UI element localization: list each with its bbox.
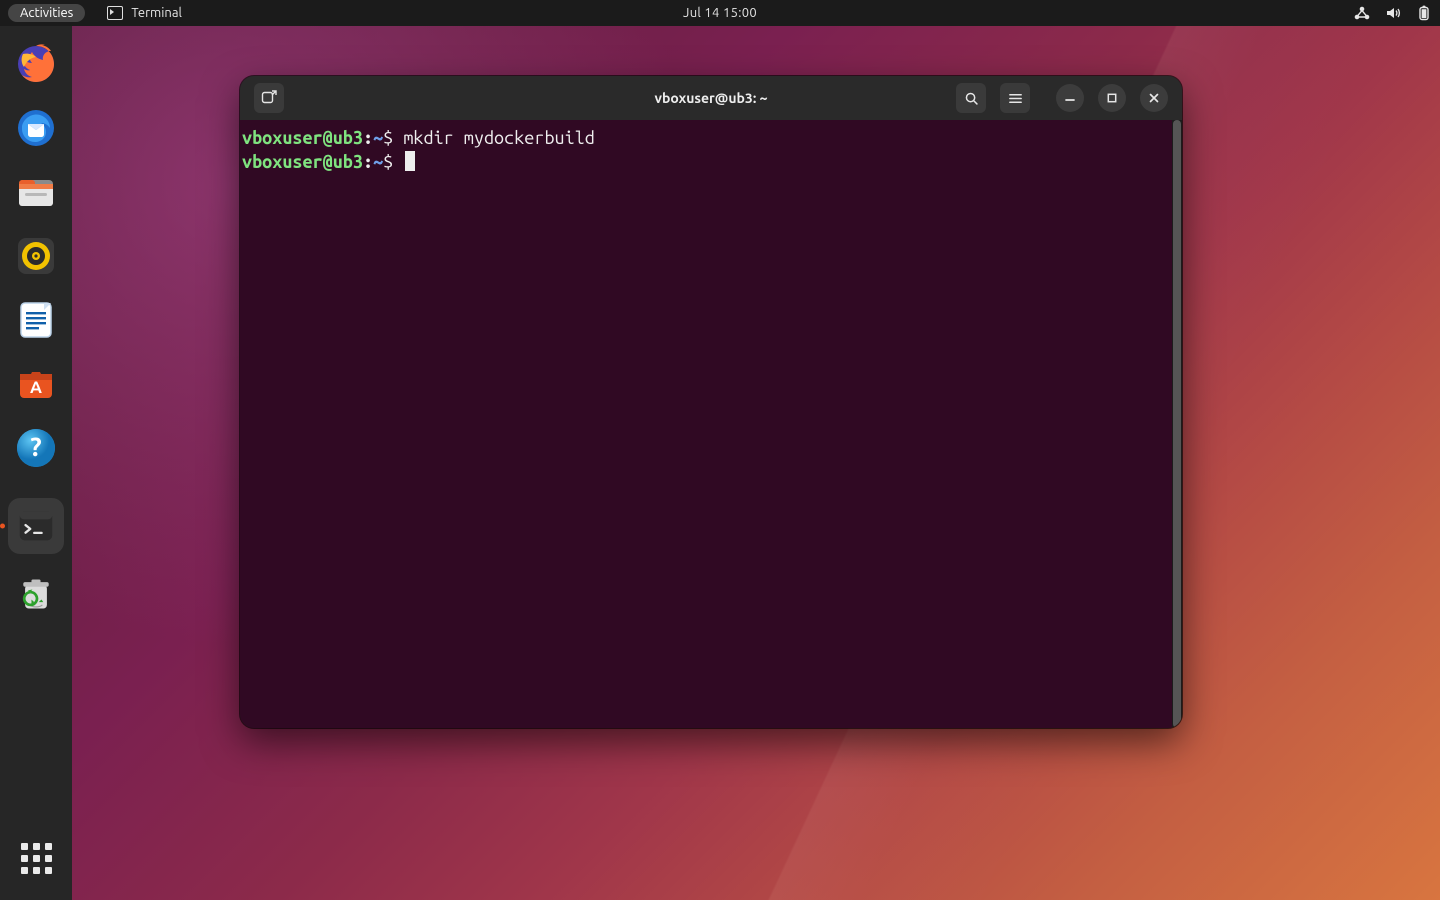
terminal-command-0: mkdir mydockerbuild xyxy=(403,128,595,148)
svg-text:A: A xyxy=(30,378,42,397)
network-icon[interactable] xyxy=(1354,6,1370,20)
dock: A ? xyxy=(0,26,72,900)
prompt-path: ~ xyxy=(373,152,383,172)
close-button[interactable] xyxy=(1140,84,1168,112)
clock[interactable]: Jul 14 15:00 xyxy=(683,6,757,20)
app-menu[interactable]: Terminal xyxy=(107,6,182,20)
prompt-sep: : xyxy=(363,128,373,148)
prompt-user-host: vboxuser@ub3 xyxy=(242,128,363,148)
terminal-scrollbar[interactable] xyxy=(1172,120,1182,728)
dock-item-trash[interactable] xyxy=(12,570,60,618)
scrollbar-thumb[interactable] xyxy=(1173,120,1181,728)
minimize-button[interactable] xyxy=(1056,84,1084,112)
hamburger-menu-button[interactable] xyxy=(1000,83,1030,113)
dock-item-files[interactable] xyxy=(12,168,60,216)
activities-button[interactable]: Activities xyxy=(8,4,85,22)
terminal-viewport[interactable]: vboxuser@ub3:~$ mkdir mydockerbuild vbox… xyxy=(240,120,1172,728)
maximize-button[interactable] xyxy=(1098,84,1126,112)
show-applications-button[interactable] xyxy=(12,834,60,882)
search-button[interactable] xyxy=(956,83,986,113)
svg-text:?: ? xyxy=(30,432,41,461)
dock-item-thunderbird[interactable] xyxy=(12,104,60,152)
volume-icon[interactable] xyxy=(1386,6,1402,20)
top-bar: Activities Terminal Jul 14 15:00 xyxy=(0,0,1440,26)
terminal-indicator-icon xyxy=(107,6,123,20)
window-titlebar[interactable]: vboxuser@ub3: ~ xyxy=(240,76,1182,121)
prompt-sep: : xyxy=(363,152,373,172)
dock-item-help[interactable]: ? xyxy=(12,424,60,472)
dock-item-terminal[interactable] xyxy=(8,498,64,554)
dock-item-libreoffice-writer[interactable] xyxy=(12,296,60,344)
dock-item-firefox[interactable] xyxy=(12,40,60,88)
window-title: vboxuser@ub3: ~ xyxy=(655,90,768,106)
prompt-symbol: $ xyxy=(383,152,403,172)
new-tab-button[interactable] xyxy=(254,83,284,113)
system-tray xyxy=(1354,0,1430,26)
terminal-window[interactable]: vboxuser@ub3: ~ vboxuser@ub3:~$ mkdir my… xyxy=(240,76,1182,728)
dock-item-rhythmbox[interactable] xyxy=(12,232,60,280)
app-menu-label: Terminal xyxy=(131,6,182,20)
terminal-cursor xyxy=(405,151,415,171)
prompt-symbol: $ xyxy=(383,128,403,148)
dock-item-ubuntu-software[interactable]: A xyxy=(12,360,60,408)
battery-icon[interactable] xyxy=(1418,5,1430,21)
prompt-user-host: vboxuser@ub3 xyxy=(242,152,363,172)
prompt-path: ~ xyxy=(373,128,383,148)
